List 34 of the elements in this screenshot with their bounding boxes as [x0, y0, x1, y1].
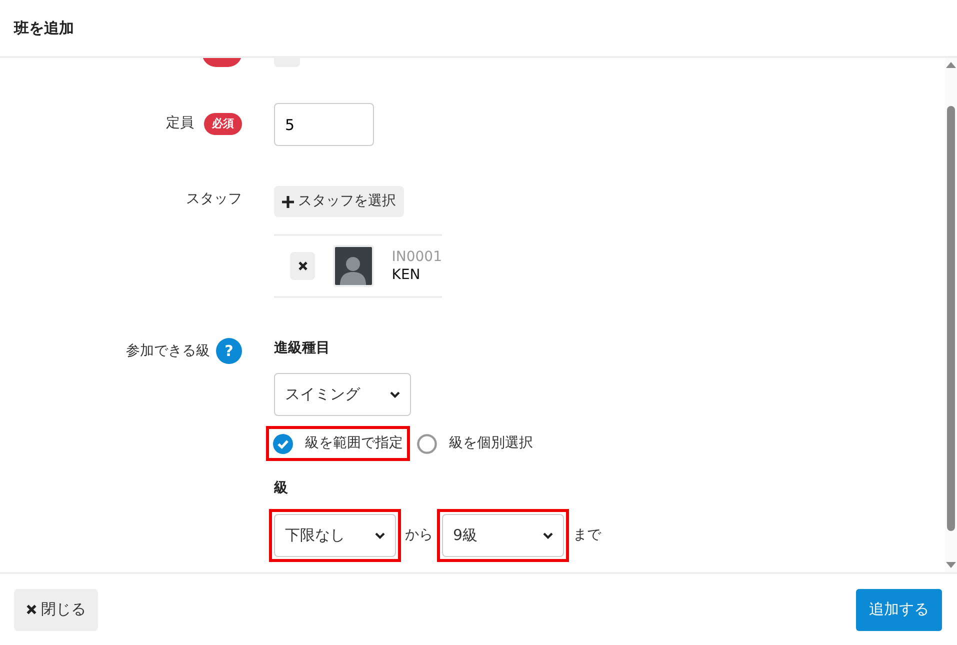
grade-select[interactable]: 9級 [442, 514, 564, 557]
close-icon [298, 261, 308, 271]
radio-icon [417, 434, 437, 454]
range-text: から [405, 526, 433, 545]
section-label: 級 [274, 479, 289, 498]
scroll-up-icon[interactable] [946, 62, 956, 68]
range-text: まで [573, 526, 601, 545]
chevron-icon [543, 532, 553, 539]
staff-code: IN0001 [392, 248, 442, 266]
staff-name: KEN [392, 266, 422, 284]
remove-button[interactable] [290, 252, 316, 280]
chevron-icon [375, 532, 385, 539]
scroll-down-icon[interactable] [946, 562, 956, 568]
help-icon[interactable]: ? [216, 338, 242, 364]
field-label: 定員 [166, 114, 194, 133]
grade-select[interactable]: 下限なし [274, 514, 396, 557]
number-input[interactable]: 5 [274, 103, 374, 146]
close-icon [26, 604, 37, 615]
scrollbar[interactable] [945, 58, 957, 572]
field-label: スタッフ [186, 190, 242, 209]
radio-option[interactable]: 級を範囲で指定 [271, 431, 405, 456]
category-select[interactable]: スイミング [274, 373, 411, 416]
radio-checked-icon [273, 434, 293, 454]
submit-button[interactable]: 追加する [856, 588, 942, 630]
close-button[interactable]: 閉じる [14, 588, 98, 630]
section-label: 進級種目 [274, 339, 331, 358]
photo-placeholder [333, 245, 374, 287]
radio-option[interactable]: 級を個別選択 [415, 431, 535, 456]
required-badge: 必須 [204, 113, 242, 136]
select-staff-button[interactable]: スタッフを選択 [274, 186, 404, 217]
plus-icon [282, 196, 294, 208]
modal-title: 班を追加 [14, 19, 74, 37]
chevron-icon [390, 391, 400, 398]
field-label: 参加できる級 [126, 342, 210, 360]
